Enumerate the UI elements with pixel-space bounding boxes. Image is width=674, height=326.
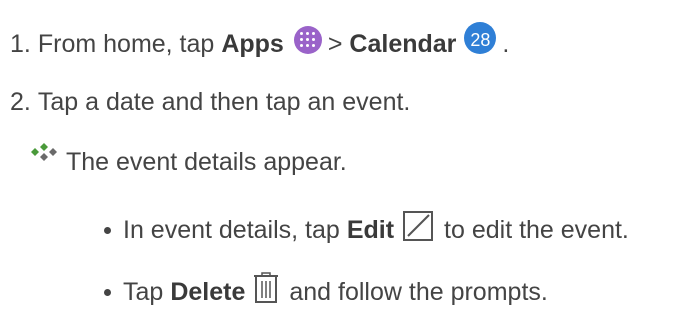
substep-suffix: and follow the prompts.: [289, 277, 548, 306]
separator: >: [327, 29, 343, 58]
substep-text: In event details, tap: [123, 215, 340, 244]
apps-icon: [293, 26, 322, 54]
substep-suffix: to edit the event.: [444, 215, 629, 244]
step-number: 2.: [10, 88, 31, 116]
step-text: From home, tap: [37, 29, 215, 58]
bullet: [104, 226, 111, 234]
step-1: 1. From home, tap Apps > Calendar 28 .: [10, 22, 509, 66]
diamond-bullet-icon: [31, 143, 57, 161]
substep-edit: In event details, tap Edit to edit the e…: [104, 210, 629, 250]
step-2: 2. Tap a date and then tap an event.: [10, 88, 410, 117]
step-text: Tap a date and then tap an event.: [37, 88, 411, 116]
substep-delete: Tap Delete and follow the prompts.: [104, 272, 548, 312]
apps-label: Apps: [221, 29, 284, 58]
result: The event details appear.: [66, 148, 347, 177]
calendar-icon: 28: [464, 22, 497, 54]
step-number: 1.: [10, 29, 31, 58]
edit-icon: [403, 211, 434, 241]
calendar-label: Calendar: [349, 29, 457, 58]
delete-label: Delete: [170, 277, 246, 306]
substep-text: Tap: [123, 277, 164, 306]
calendar-day: 28: [470, 30, 491, 50]
bullet: [104, 288, 111, 296]
trash-icon: [254, 272, 279, 303]
edit-label: Edit: [346, 215, 395, 244]
step-suffix: .: [502, 29, 510, 58]
result-text: The event details appear.: [66, 148, 347, 176]
